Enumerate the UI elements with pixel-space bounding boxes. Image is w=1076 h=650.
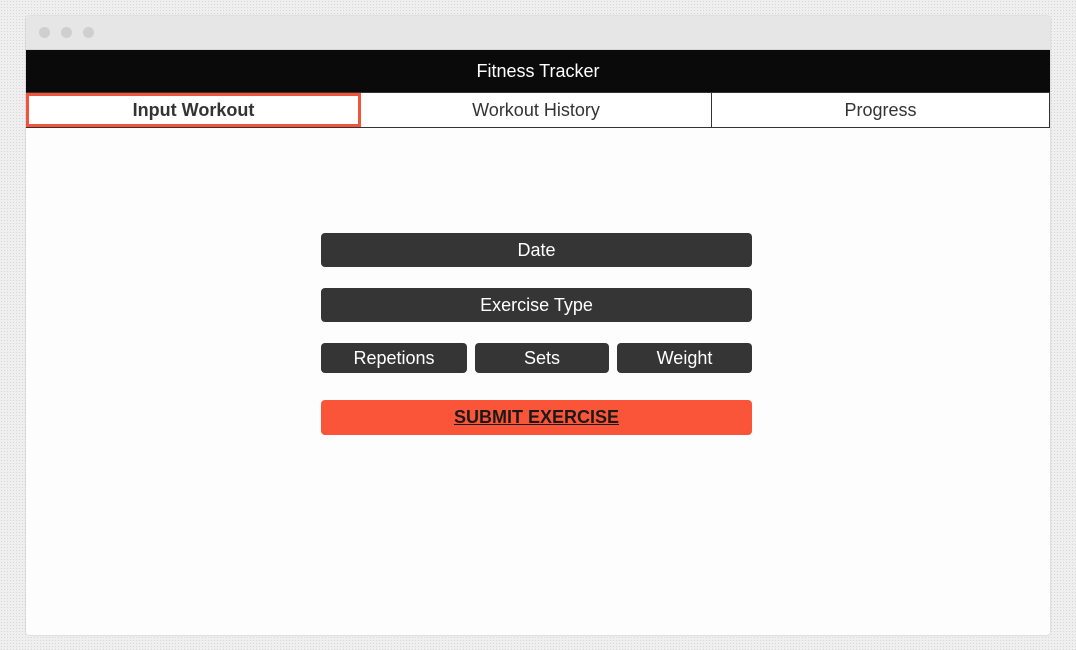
repetitions-label: Repetions [353, 347, 435, 368]
app-title: Fitness Tracker [476, 60, 600, 81]
tab-workout-history[interactable]: Workout History [361, 93, 712, 127]
workout-form: Date Exercise Type Repetions Sets Weight… [321, 233, 752, 435]
window-minimize-dot[interactable] [61, 27, 72, 38]
app-window: Fitness Tracker Input Workout Workout Hi… [26, 16, 1050, 635]
sets-field[interactable]: Sets [475, 343, 609, 373]
tab-label: Input Workout [132, 99, 255, 120]
weight-label: Weight [656, 347, 713, 368]
metrics-row: Repetions Sets Weight [321, 343, 752, 373]
exercise-type-field[interactable]: Exercise Type [321, 288, 752, 322]
sets-label: Sets [523, 347, 561, 368]
window-chrome [26, 16, 1050, 50]
tab-label: Workout History [472, 99, 600, 120]
tab-input-workout[interactable]: Input Workout [26, 93, 361, 127]
exercise-type-label: Exercise Type [480, 294, 593, 315]
date-field-label: Date [517, 239, 556, 260]
submit-exercise-button[interactable]: SUBMIT EXERCISE [321, 400, 752, 435]
app-header: Fitness Tracker [26, 50, 1050, 92]
tab-progress[interactable]: Progress [712, 93, 1050, 127]
submit-label: SUBMIT EXERCISE [453, 407, 620, 427]
window-maximize-dot[interactable] [83, 27, 94, 38]
weight-field[interactable]: Weight [617, 343, 752, 373]
tab-bar: Input Workout Workout History Progress [26, 92, 1050, 128]
window-close-dot[interactable] [39, 27, 50, 38]
repetitions-field[interactable]: Repetions [321, 343, 467, 373]
date-field[interactable]: Date [321, 233, 752, 267]
tab-label: Progress [844, 99, 917, 120]
